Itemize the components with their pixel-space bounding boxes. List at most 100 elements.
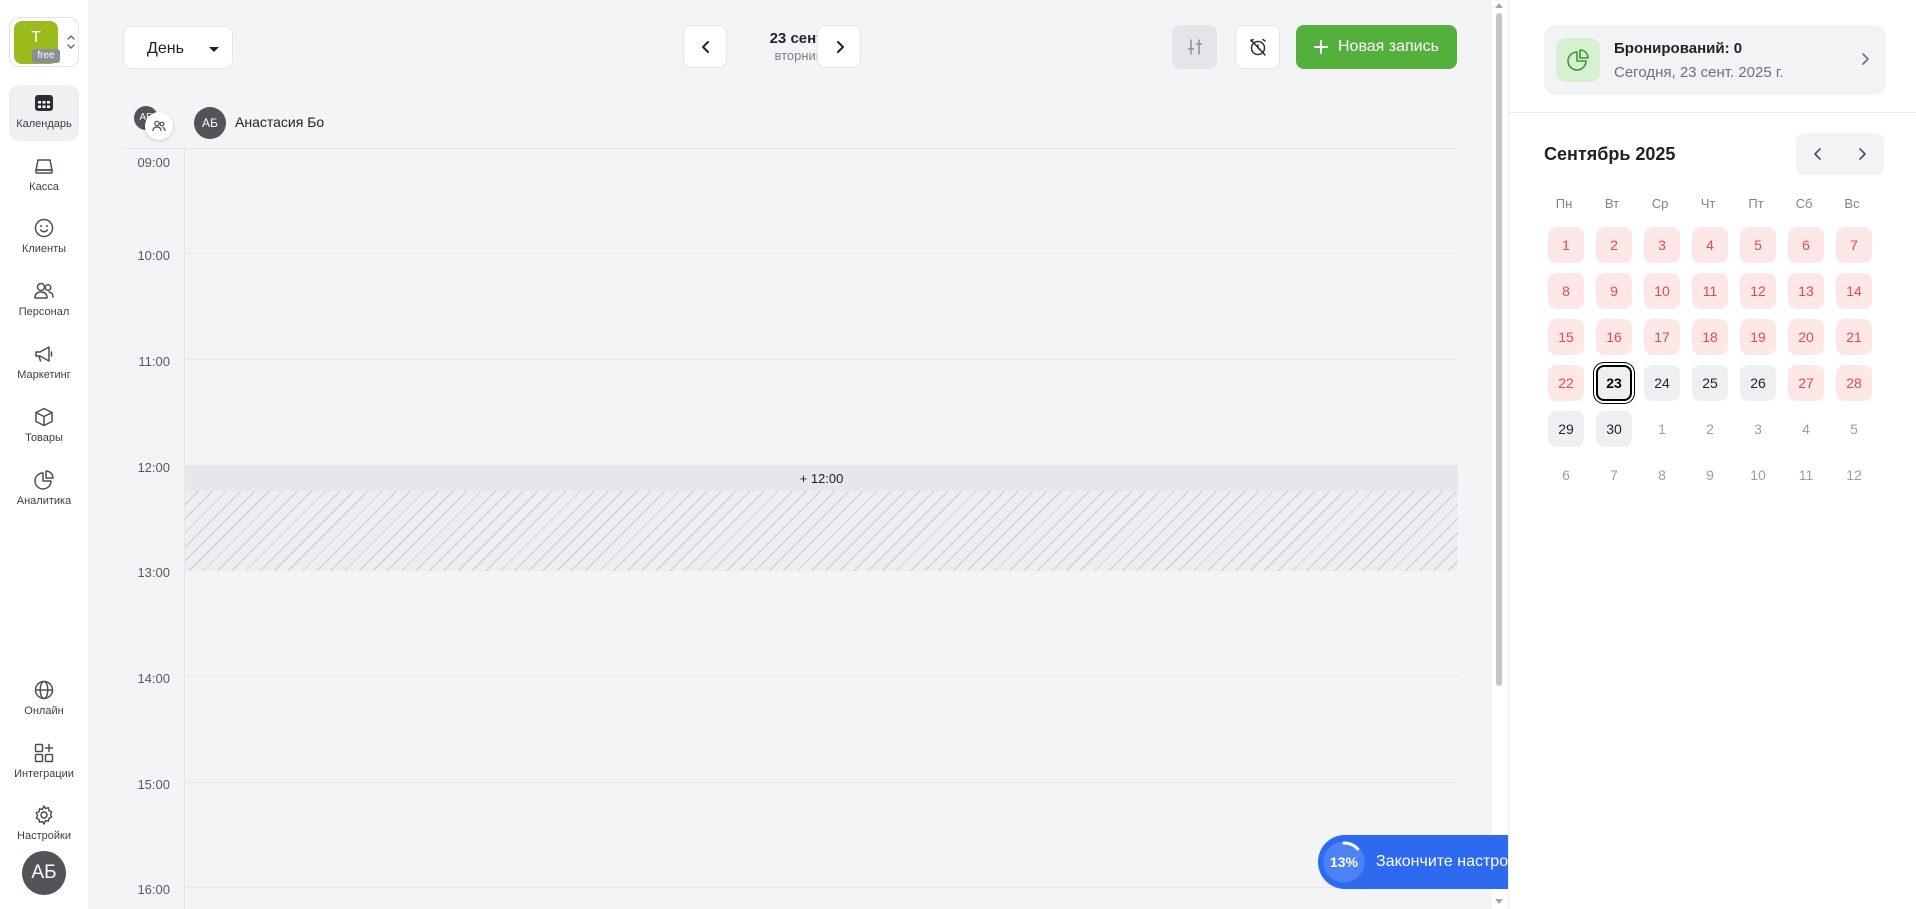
left-nav: T free Календарь Касса Клиенты Персонал … [0,0,89,909]
weekday-label: Чт [1700,196,1716,211]
day-cell[interactable]: 17 [1644,319,1680,355]
day-cell[interactable]: 6 [1788,227,1824,263]
filter-button[interactable] [1172,25,1217,69]
day-cell[interactable]: 19 [1740,319,1776,355]
nav-item-settings[interactable]: Настройки [9,797,79,853]
day-cell[interactable]: 9 [1596,273,1632,309]
day-cell[interactable]: 8 [1548,273,1584,309]
grid-plus-icon [34,743,54,763]
nav-item-marketing[interactable]: Маркетинг [9,336,79,392]
day-cell[interactable]: 3 [1740,411,1776,447]
nav-item-clients[interactable]: Клиенты [9,210,79,266]
hour-label: 16:00 [137,882,170,897]
staff-avatar[interactable]: АБ [194,107,226,139]
day-cell[interactable]: 6 [1548,457,1584,493]
day-cell[interactable]: 11 [1788,457,1824,493]
scroll-down-arrow[interactable] [1495,899,1503,904]
day-cell[interactable]: 30 [1596,411,1632,447]
day-cell[interactable]: 1 [1644,411,1680,447]
nav-item-integrations[interactable]: Интеграции [9,735,79,791]
hour-line [185,887,1458,888]
weekday-label: Вт [1604,196,1620,211]
bookings-summary-card[interactable]: Бронирований: 0 Сегодня, 23 сент. 2025 г… [1544,25,1886,95]
day-cell[interactable]: 3 [1644,227,1680,263]
day-cell[interactable]: 12 [1836,457,1872,493]
day-cell[interactable]: 7 [1596,457,1632,493]
prev-month-button[interactable] [1796,133,1840,175]
day-cell[interactable]: 8 [1644,457,1680,493]
nav-item-calendar[interactable]: Календарь [9,85,79,141]
nav-item-label: Интеграции [14,768,74,780]
hour-line [185,676,1458,677]
day-cell[interactable]: 29 [1548,411,1584,447]
chevron-left-icon [1814,148,1821,160]
hour-label: 09:00 [137,155,170,170]
nav-item-cash[interactable]: Касса [9,148,79,204]
alarm-off-icon [1250,38,1266,56]
day-cell[interactable]: 1 [1548,227,1584,263]
day-cell[interactable]: 5 [1740,227,1776,263]
day-cell[interactable]: 10 [1644,273,1680,309]
hour-label: 12:00 [137,460,170,475]
workspace-switcher[interactable]: T free [9,17,79,67]
new-booking-button[interactable]: Новая запись [1296,25,1457,69]
weekday-label: Пт [1748,196,1764,211]
plus-icon [1314,40,1328,54]
bookings-icon-tile [1556,38,1600,82]
day-cell[interactable]: 16 [1596,319,1632,355]
calendar-main: День 23 сент. вторник Новая запись АБ АБ… [90,0,1575,909]
day-cell[interactable]: 28 [1836,365,1872,401]
day-cell[interactable]: 24 [1644,365,1680,401]
day-cell[interactable]: 26 [1740,365,1776,401]
setup-percent: 13% [1329,854,1359,870]
day-cell[interactable]: 5 [1836,411,1872,447]
nav-item-label: Персонал [18,306,70,318]
day-cell[interactable]: 4 [1788,411,1824,447]
day-cell[interactable]: 27 [1788,365,1824,401]
next-month-button[interactable] [1840,133,1884,175]
nav-item-label: Календарь [16,118,72,130]
day-cell[interactable]: 21 [1836,319,1872,355]
pause-slot-label: + 12:00 [799,471,844,486]
users-icon [34,282,54,299]
day-cell[interactable]: 20 [1788,319,1824,355]
day-cell[interactable]: 2 [1692,411,1728,447]
alarm-off-button[interactable] [1235,25,1280,69]
day-cell[interactable]: 10 [1740,457,1776,493]
nav-item-staff[interactable]: Персонал [9,273,79,329]
day-cell[interactable]: 4 [1692,227,1728,263]
globe-icon [34,680,54,700]
day-cell[interactable]: 13 [1788,273,1824,309]
nav-item-online[interactable]: Онлайн [9,672,79,728]
next-day-button[interactable] [817,25,861,68]
day-cell[interactable]: 11 [1692,273,1728,309]
staff-name[interactable]: Анастасия Бо [235,114,324,130]
weekday-label: Сб [1795,196,1813,211]
day-cell[interactable]: 18 [1692,319,1728,355]
day-cell[interactable]: 25 [1692,365,1728,401]
view-mode-label: День [147,40,184,57]
day-cell[interactable]: 2 [1596,227,1632,263]
day-cell[interactable]: 15 [1548,319,1584,355]
hour-label: 14:00 [137,671,170,686]
bookings-date: Сегодня, 23 сент. 2025 г. [1614,64,1784,81]
pie-chart-icon [1567,49,1589,71]
scrollbar-thumb[interactable] [1496,13,1502,686]
day-cell-today[interactable]: 23 [1596,365,1632,401]
nav-item-label: Товары [25,432,63,444]
day-cell[interactable]: 9 [1692,457,1728,493]
day-cell[interactable]: 7 [1836,227,1872,263]
sliders-icon [1187,39,1203,55]
day-cell[interactable]: 14 [1836,273,1872,309]
nav-item-products[interactable]: Товары [9,399,79,455]
break-block [185,491,1458,571]
pause-slot[interactable]: + 12:00 [185,465,1458,491]
user-avatar[interactable]: АБ [22,851,66,895]
hour-label: 15:00 [137,777,170,792]
staff-picker-button[interactable] [145,112,173,140]
scroll-up-arrow[interactable] [1495,3,1503,8]
day-cell[interactable]: 22 [1548,365,1584,401]
nav-item-analytics[interactable]: Аналитика [9,462,79,518]
view-mode-dropdown[interactable]: День [123,26,233,69]
day-cell[interactable]: 12 [1740,273,1776,309]
